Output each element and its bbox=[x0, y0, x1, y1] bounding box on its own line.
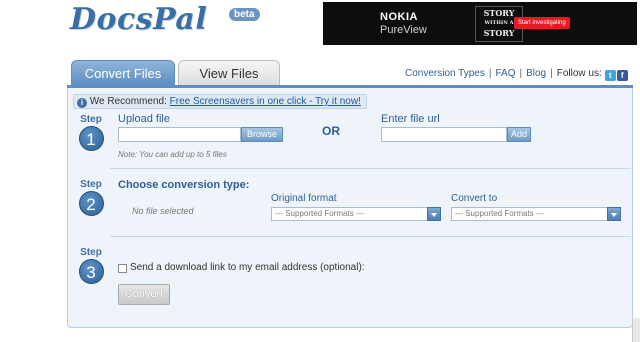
divider bbox=[110, 168, 631, 169]
file-url-input[interactable] bbox=[381, 127, 507, 142]
no-file-selected: No file selected bbox=[132, 206, 194, 216]
convert-button[interactable]: Convert bbox=[118, 284, 170, 305]
top-links: Conversion Types | FAQ | Blog | Follow us: t f bbox=[405, 68, 628, 81]
step-label: Step bbox=[80, 114, 102, 125]
chevron-down-icon[interactable] bbox=[427, 207, 441, 221]
faq-link[interactable]: FAQ bbox=[495, 68, 515, 79]
recommend-link[interactable]: Free Screensavers in one click - Try it … bbox=[170, 96, 361, 107]
step-label: Step bbox=[80, 179, 102, 190]
convert-to-select[interactable]: --- Supported Formats --- bbox=[451, 207, 621, 221]
step-number: 2 bbox=[78, 191, 104, 216]
scrollbar[interactable] bbox=[632, 318, 640, 342]
original-format-value: --- Supported Formats --- bbox=[275, 209, 364, 218]
beta-badge: beta bbox=[229, 8, 260, 21]
divider bbox=[110, 236, 631, 237]
twitter-icon[interactable]: t bbox=[604, 70, 616, 81]
original-format-select[interactable]: --- Supported Formats --- bbox=[271, 207, 441, 221]
add-url-button[interactable]: Add bbox=[507, 127, 531, 142]
step-3-indicator: Step 3 bbox=[76, 247, 106, 284]
ad-cta-button[interactable]: Start investigating bbox=[514, 17, 570, 29]
blog-link[interactable]: Blog bbox=[526, 68, 546, 79]
step-1-indicator: Step 1 bbox=[76, 114, 106, 151]
info-icon: i bbox=[77, 98, 87, 108]
step-label: Step bbox=[80, 247, 102, 258]
ad-brand: NOKIA bbox=[380, 11, 418, 23]
convert-to-label: Convert to bbox=[451, 193, 498, 204]
separator: | bbox=[550, 68, 553, 79]
step-2-indicator: Step 2 bbox=[76, 179, 106, 216]
separator: | bbox=[488, 68, 492, 79]
ad-banner[interactable]: NOKIA PureView STORY WITHIN A STORY Star… bbox=[323, 2, 637, 45]
docspal-logo[interactable]: DocsPal bbox=[70, 2, 207, 37]
ad-model: PureView bbox=[380, 24, 427, 36]
facebook-icon[interactable]: f bbox=[616, 70, 628, 81]
upload-file-input[interactable] bbox=[118, 127, 241, 142]
original-format-label: Original format bbox=[271, 193, 337, 204]
conversion-type-title: Choose conversion type: bbox=[118, 179, 250, 191]
conversion-types-link[interactable]: Conversion Types bbox=[405, 68, 485, 79]
email-link-checkbox[interactable] bbox=[118, 264, 127, 273]
follow-us-label: Follow us: bbox=[556, 68, 602, 79]
recommend-bar: i We Recommend: Free Screensavers in one… bbox=[73, 94, 367, 109]
tab-convert-files[interactable]: Convert Files bbox=[71, 60, 175, 85]
upload-file-label: Upload file bbox=[118, 113, 170, 125]
ad-story-line3: STORY bbox=[483, 28, 515, 38]
chevron-down-icon[interactable] bbox=[607, 207, 621, 221]
tab-view-files[interactable]: View Files bbox=[178, 60, 280, 85]
browse-button[interactable]: Browse bbox=[241, 127, 283, 142]
recommend-prefix: We Recommend: bbox=[89, 96, 167, 107]
file-url-label: Enter file url bbox=[381, 113, 440, 125]
convert-to-value: --- Supported Formats --- bbox=[455, 209, 544, 218]
email-link-label: Send a download link to my email address… bbox=[130, 262, 365, 273]
or-label: OR bbox=[322, 124, 340, 138]
separator: | bbox=[519, 68, 523, 79]
step-number: 3 bbox=[78, 259, 104, 284]
upload-note: Note: You can add up to 5 files bbox=[118, 150, 227, 159]
step-number: 1 bbox=[78, 126, 104, 151]
ad-story-line1: STORY bbox=[483, 8, 515, 18]
panel-top-border bbox=[67, 85, 633, 88]
